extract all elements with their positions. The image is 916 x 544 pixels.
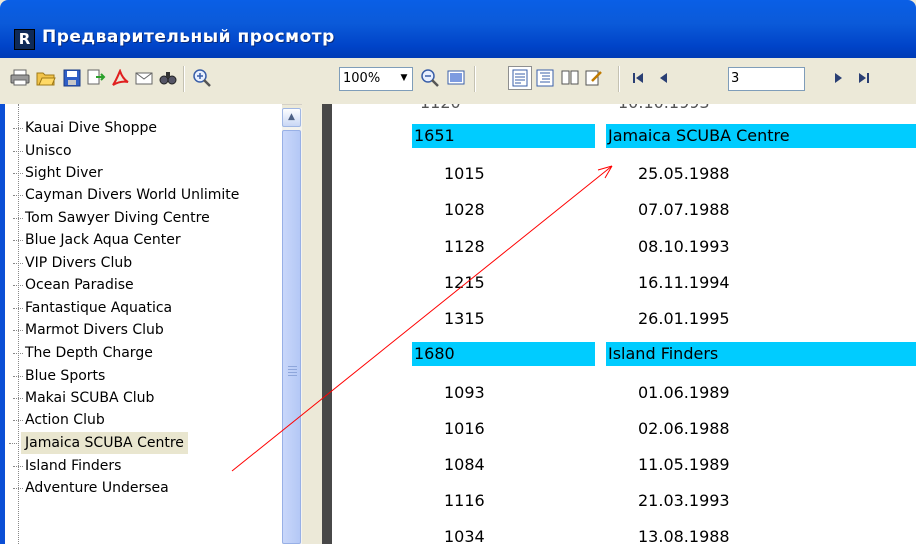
thumbnails-icon[interactable] — [558, 66, 582, 90]
order-number: 1093 — [444, 383, 485, 402]
tree-item[interactable]: Unisco — [13, 140, 72, 162]
save-icon[interactable] — [60, 66, 84, 90]
prev-page-icon[interactable] — [652, 66, 676, 90]
scroll-up-icon[interactable]: ▲ — [282, 108, 301, 127]
scrollbar-thumb[interactable] — [282, 130, 301, 544]
order-date: 16.11.1994 — [638, 273, 730, 292]
tree-item[interactable]: Kauai Dive Shoppe — [12, 117, 157, 139]
tree-item[interactable]: Cayman Divers World Unlimite — [12, 184, 239, 206]
order-date: 25.05.1988 — [638, 164, 730, 183]
order-date: 13.08.1988 — [638, 527, 730, 544]
report-cell-cutoff: 1120 — [420, 104, 461, 112]
tree-item[interactable]: Blue Jack Aqua Center — [13, 229, 181, 251]
order-number: 1028 — [444, 200, 485, 219]
page-number-value: 3 — [731, 71, 740, 86]
grip-line — [288, 375, 297, 376]
group-name: Island Finders — [608, 344, 719, 363]
app-icon: R — [14, 29, 35, 50]
toolbar-separator — [474, 66, 476, 92]
open-icon[interactable] — [34, 66, 58, 90]
tree-item[interactable]: The Depth Charge — [13, 342, 153, 364]
email-icon[interactable] — [132, 66, 156, 90]
grip-line — [288, 366, 297, 367]
tree-item[interactable]: Action Club — [13, 409, 105, 431]
print-icon[interactable] — [8, 66, 32, 90]
export-icon[interactable] — [84, 66, 108, 90]
order-number: 1315 — [444, 309, 485, 328]
page-shadow — [322, 104, 332, 544]
edit-icon[interactable] — [582, 66, 606, 90]
pdf-icon[interactable] — [108, 66, 132, 90]
grip-line — [288, 369, 297, 370]
page-width-icon[interactable] — [508, 66, 532, 90]
order-number: 1084 — [444, 455, 485, 474]
tree-item[interactable]: Island Finders — [12, 455, 121, 477]
order-number: 1016 — [444, 419, 485, 438]
tree-item-selected[interactable]: Jamaica SCUBA Centre — [9, 432, 188, 454]
tree-scrollbar[interactable]: ▲ — [282, 108, 302, 544]
tree-item[interactable]: Sight Diver — [13, 162, 103, 184]
zoom-in-icon[interactable] — [190, 66, 214, 90]
zoom-select[interactable]: 100% ▼ — [339, 67, 413, 91]
tree-connector — [18, 104, 19, 544]
group-id: 1651 — [414, 126, 455, 145]
outline-icon[interactable] — [533, 66, 557, 90]
order-date: 07.07.1988 — [638, 200, 730, 219]
toolbar-separator — [618, 66, 620, 92]
order-date: 02.06.1988 — [638, 419, 730, 438]
tree-item[interactable]: Blue Sports — [12, 365, 105, 387]
last-page-icon[interactable] — [852, 66, 876, 90]
order-number: 1215 — [444, 273, 485, 292]
tree-item[interactable]: VIP Divers Club — [12, 252, 132, 274]
preview-window: R Предварительный просмотр 100% ▼ 3 Kaua… — [0, 0, 916, 544]
first-page-icon[interactable] — [626, 66, 650, 90]
next-page-icon[interactable] — [826, 66, 850, 90]
chevron-down-icon[interactable]: ▼ — [397, 69, 411, 87]
outline-tree[interactable]: Kauai Dive Shoppe Unisco Sight Diver Cay… — [5, 104, 282, 544]
order-number: 1015 — [444, 164, 485, 183]
order-date: 26.01.1995 — [638, 309, 730, 328]
group-name: Jamaica SCUBA Centre — [608, 126, 790, 145]
tree-item[interactable]: Adventure Undersea — [13, 477, 169, 499]
order-date: 21.03.1993 — [638, 491, 730, 510]
order-number: 1116 — [444, 491, 485, 510]
report-cell-cutoff: 10.10.1993 — [618, 104, 710, 112]
zoom-value: 100% — [343, 71, 381, 86]
order-date: 08.10.1993 — [638, 237, 730, 256]
order-date: 11.05.1989 — [638, 455, 730, 474]
splitter[interactable] — [302, 104, 332, 544]
window-title: Предварительный просмотр — [42, 27, 335, 47]
grip-line — [288, 372, 297, 373]
tree-item[interactable]: Tom Sawyer Diving Centre — [13, 207, 210, 229]
page-number-input[interactable]: 3 — [728, 67, 805, 91]
tree-item[interactable]: Ocean Paradise — [13, 274, 134, 296]
toolbar-separator — [183, 66, 185, 92]
report-page: 1120 10.10.1993 1651 Jamaica SCUBA Centr… — [332, 104, 916, 544]
tree-item[interactable]: Marmot Divers Club — [13, 319, 164, 341]
find-icon[interactable] — [156, 66, 180, 90]
order-number: 1128 — [444, 237, 485, 256]
tree-item[interactable]: Fantastique Aquatica — [12, 297, 172, 319]
title-bar[interactable]: R Предварительный просмотр — [0, 0, 916, 58]
zoom-out-icon[interactable] — [418, 66, 442, 90]
tree-item[interactable]: Makai SCUBA Club — [12, 387, 154, 409]
order-number: 1034 — [444, 527, 485, 544]
order-date: 01.06.1989 — [638, 383, 730, 402]
whole-page-icon[interactable] — [444, 66, 468, 90]
group-id: 1680 — [414, 344, 455, 363]
